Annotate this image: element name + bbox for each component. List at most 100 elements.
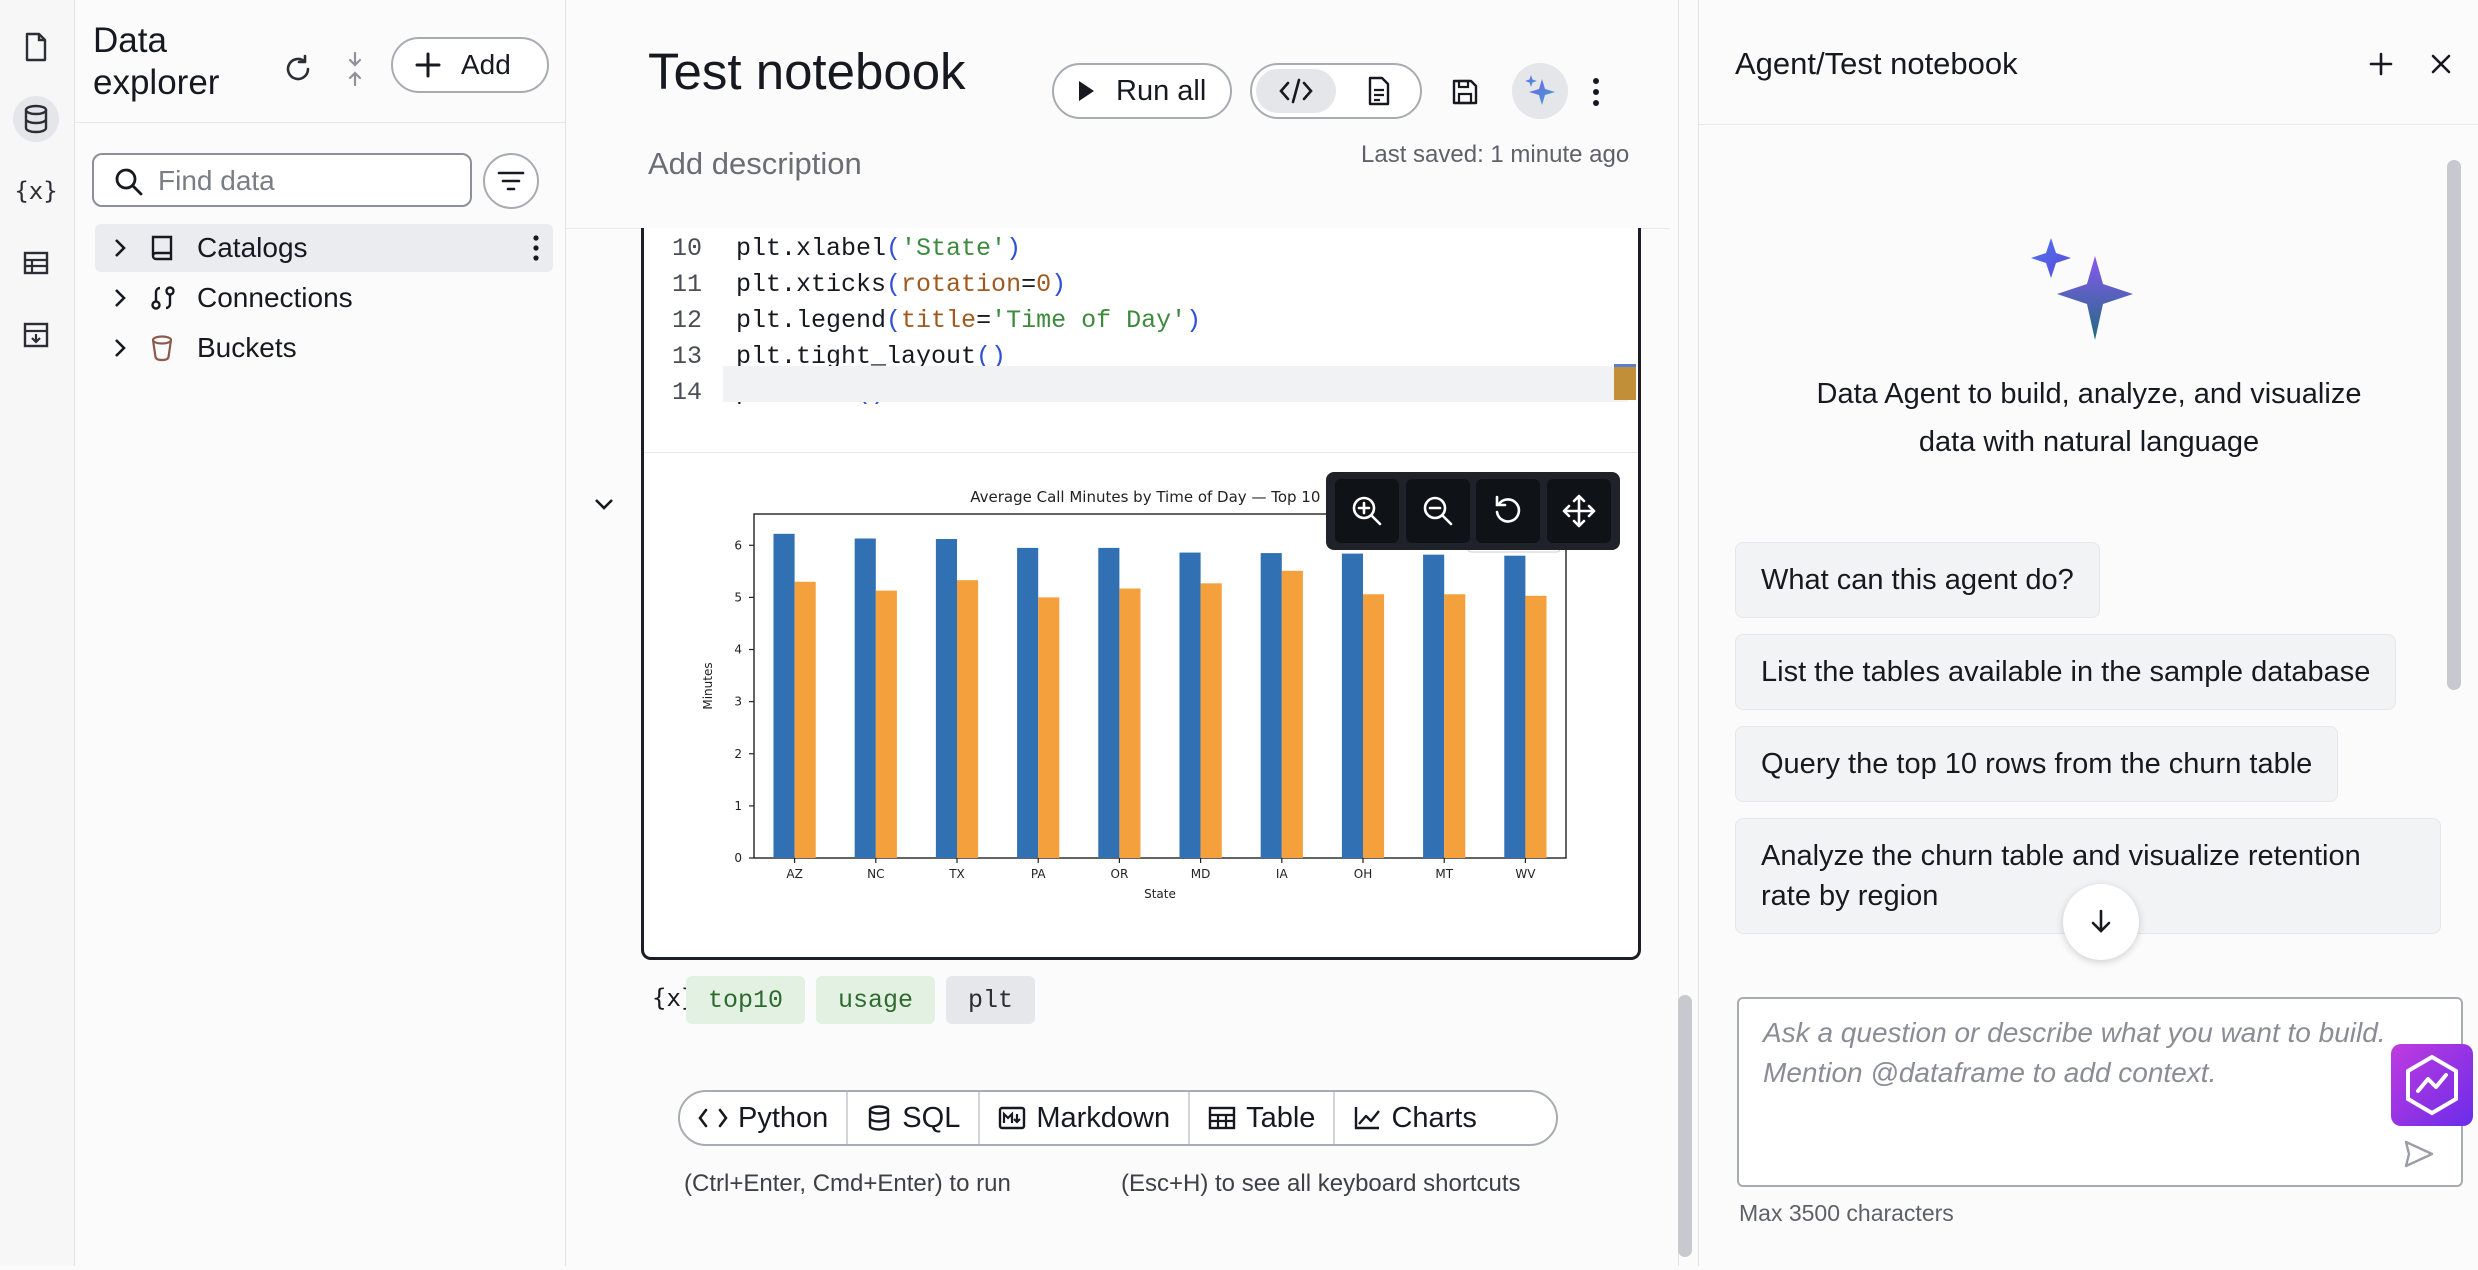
- chevron-right-icon[interactable]: [113, 287, 127, 309]
- search-icon: [115, 168, 143, 196]
- bar-day: [1423, 554, 1445, 858]
- x-tick-label: MD: [1191, 867, 1211, 881]
- cell-type-label: Markdown: [1036, 1101, 1171, 1134]
- chat-input-box[interactable]: [1737, 997, 2463, 1187]
- zoom-in-button[interactable]: [1335, 479, 1400, 543]
- chat-input[interactable]: [1761, 1011, 2425, 1115]
- current-line-highlight: [723, 366, 1628, 402]
- tree-item-connections[interactable]: Connections: [95, 274, 553, 322]
- search-input[interactable]: [156, 165, 460, 197]
- run-all-label: Run all: [1116, 74, 1207, 107]
- line-number: 13: [671, 341, 702, 371]
- bar-day: [773, 533, 795, 858]
- code-editor[interactable]: 10 plt.xlabel('State') 11 plt.xticks(rotati…: [644, 228, 1638, 454]
- y-tick-label: 0: [734, 851, 742, 865]
- add-python-cell-button[interactable]: Python: [680, 1092, 849, 1144]
- x-axis-label: State: [1144, 887, 1176, 901]
- bar-day: [1017, 547, 1039, 858]
- variable-chip[interactable]: plt: [946, 976, 1036, 1024]
- code-text: plt.legend(title='Time of Day'): [736, 305, 1202, 335]
- ai-sparkle-button[interactable]: [1512, 63, 1568, 119]
- database-icon[interactable]: [13, 96, 59, 142]
- bar-day: [1179, 552, 1201, 858]
- bar-evening: [1525, 595, 1547, 858]
- scrollbar-marker: [1614, 364, 1636, 400]
- variables-icon[interactable]: {x}: [13, 168, 59, 214]
- zoom-out-icon: [1423, 496, 1453, 526]
- play-icon: [1079, 81, 1094, 101]
- suggestion-chip[interactable]: List the tables available in the sample …: [1735, 634, 2397, 710]
- add-chart-cell-button[interactable]: Charts: [1335, 1092, 1494, 1144]
- assistant-logo-icon[interactable]: [2391, 1044, 2473, 1126]
- more-vertical-icon[interactable]: [1592, 77, 1604, 109]
- document-view-toggle[interactable]: [1340, 69, 1418, 113]
- notebook-title[interactable]: Test notebook: [648, 42, 966, 101]
- add-sql-cell-button[interactable]: SQL: [848, 1092, 981, 1144]
- chart-icon: [1355, 1107, 1381, 1130]
- code-text: plt.xticks(rotation=0): [736, 269, 1067, 299]
- more-vertical-icon[interactable]: [533, 234, 539, 262]
- y-axis-label: Minutes: [701, 662, 715, 709]
- chevron-down-icon[interactable]: [586, 486, 622, 522]
- connections-icon: [151, 286, 175, 310]
- x-tick-label: NC: [867, 867, 884, 881]
- add-button[interactable]: Add: [391, 37, 549, 93]
- x-tick-label: OR: [1111, 867, 1129, 881]
- tree-item-buckets[interactable]: Buckets: [95, 324, 553, 372]
- y-tick-label: 2: [734, 747, 742, 761]
- cell-type-label: SQL: [902, 1101, 961, 1134]
- line-number: 10: [671, 233, 702, 263]
- add-markdown-cell-button[interactable]: Markdown: [980, 1092, 1191, 1144]
- notebook-description[interactable]: Add description: [648, 146, 862, 182]
- tree-item-catalogs[interactable]: Catalogs: [95, 224, 553, 272]
- variable-chip[interactable]: top10: [686, 976, 806, 1024]
- zoom-out-button[interactable]: [1405, 479, 1470, 543]
- notebook-scrollbar[interactable]: [1678, 995, 1692, 1257]
- suggestion-chip[interactable]: What can this agent do?: [1735, 542, 2100, 618]
- bar-day: [1098, 547, 1120, 858]
- code-line[interactable]: 10 plt.xlabel('State'): [644, 230, 1021, 266]
- y-tick-label: 1: [734, 799, 742, 813]
- variable-chip[interactable]: usage: [816, 976, 936, 1024]
- close-button[interactable]: [2423, 46, 2459, 82]
- tree-item-label: Catalogs: [197, 232, 308, 263]
- find-data-search[interactable]: [92, 153, 472, 207]
- bar-evening: [957, 580, 979, 858]
- agent-title: Agent/Test notebook: [1735, 46, 2018, 81]
- explorer-title: Data explorer: [93, 21, 220, 102]
- notebook-panel: Test notebook Run all Add description La…: [566, 0, 1679, 1266]
- filter-icon: [497, 171, 525, 191]
- code-view-toggle[interactable]: [1256, 69, 1336, 113]
- agent-scrollbar[interactable]: [2447, 160, 2461, 690]
- code-icon: [698, 1108, 728, 1128]
- save-icon[interactable]: [1440, 67, 1490, 117]
- refresh-icon[interactable]: [273, 44, 323, 94]
- y-tick-label: 4: [734, 643, 742, 657]
- run-all-button[interactable]: Run all: [1052, 63, 1232, 119]
- table-icon: [1208, 1106, 1236, 1130]
- sparkle-icon: [1525, 75, 1555, 105]
- download-box-icon[interactable]: [13, 312, 59, 358]
- collapse-all-icon[interactable]: [337, 44, 373, 94]
- run-hint: (Ctrl+Enter, Cmd+Enter) to run: [684, 1170, 1011, 1197]
- line-number: 11: [671, 269, 702, 299]
- send-icon[interactable]: [2403, 1139, 2435, 1169]
- chevron-right-icon[interactable]: [113, 237, 127, 259]
- bar-day: [1504, 555, 1526, 858]
- table-icon[interactable]: [13, 240, 59, 286]
- filter-button[interactable]: [483, 153, 539, 209]
- x-tick-label: WV: [1515, 867, 1536, 881]
- new-chat-button[interactable]: [2363, 46, 2399, 82]
- add-cell-bar: Python SQL Markdown Table Charts: [678, 1090, 1558, 1146]
- reset-button[interactable]: [1476, 479, 1541, 543]
- pan-button[interactable]: [1546, 479, 1611, 543]
- suggestion-chip[interactable]: Query the top 10 rows from the churn tab…: [1735, 726, 2339, 802]
- notebook-icon[interactable]: [13, 24, 59, 70]
- code-line[interactable]: 11 plt.xticks(rotation=0): [644, 266, 1066, 302]
- chevron-right-icon[interactable]: [113, 337, 127, 359]
- code-cell[interactable]: 10 plt.xlabel('State') 11 plt.xticks(rotati…: [641, 228, 1641, 960]
- max-characters-hint: Max 3500 characters: [1739, 1200, 1954, 1226]
- scroll-down-button[interactable]: [2063, 884, 2139, 960]
- code-line[interactable]: 12 plt.legend(title='Time of Day'): [644, 302, 1201, 338]
- add-table-cell-button[interactable]: Table: [1190, 1092, 1336, 1144]
